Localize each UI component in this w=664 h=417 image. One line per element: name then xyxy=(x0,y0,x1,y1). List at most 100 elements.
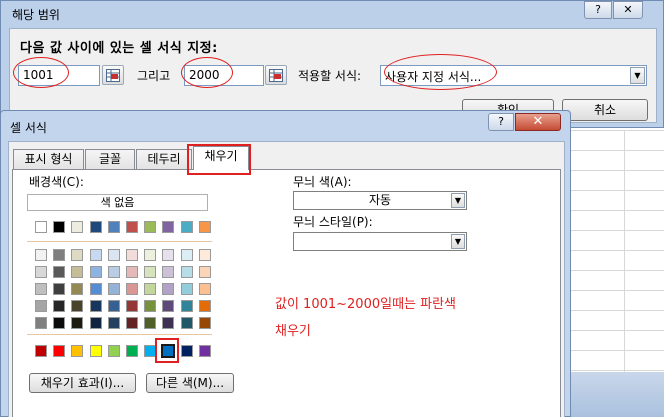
color-swatch-tint4-6[interactable] xyxy=(144,300,157,312)
color-swatch-tint2-9[interactable] xyxy=(198,266,211,278)
format-select[interactable]: 사용자 지정 서식... ▼ xyxy=(380,65,647,86)
color-swatch-tint3-9[interactable] xyxy=(198,283,211,295)
color-swatch-tint4-3[interactable] xyxy=(89,300,102,312)
color-swatch-theme-0[interactable] xyxy=(35,221,47,233)
color-swatch-tint4-1[interactable] xyxy=(53,300,66,312)
tab-fill[interactable]: 채우기 xyxy=(193,146,249,170)
range-select-icon xyxy=(106,69,120,82)
format-select-value: 사용자 지정 서식... xyxy=(385,70,482,84)
color-swatch-theme-4[interactable] xyxy=(107,221,120,233)
color-swatch-tint4-0[interactable] xyxy=(35,300,47,312)
more-colors-button[interactable]: 다른 색(M)... xyxy=(146,373,234,393)
color-swatch-tint2-1[interactable] xyxy=(53,266,66,278)
color-swatch-standard-6[interactable] xyxy=(144,345,157,357)
color-swatch-tint1-8[interactable] xyxy=(180,249,193,261)
color-swatch-tint4-4[interactable] xyxy=(107,300,120,312)
dropdown-arrow-icon[interactable]: ▼ xyxy=(451,193,465,208)
color-swatch-standard-2[interactable] xyxy=(71,345,84,357)
max-value-input[interactable]: 2000 xyxy=(184,65,264,86)
color-swatch-theme-1[interactable] xyxy=(53,221,66,233)
color-swatch-tint2-4[interactable] xyxy=(107,266,120,278)
color-swatch-tint5-2[interactable] xyxy=(71,317,84,329)
color-swatch-tint1-7[interactable] xyxy=(162,249,175,261)
color-swatch-tint1-9[interactable] xyxy=(198,249,211,261)
color-swatch-tint2-2[interactable] xyxy=(71,266,84,278)
color-swatch-tint4-2[interactable] xyxy=(71,300,84,312)
color-swatch-tint5-1[interactable] xyxy=(53,317,66,329)
color-swatch-tint5-9[interactable] xyxy=(198,317,211,329)
color-swatch-standard-3[interactable] xyxy=(89,345,102,357)
color-swatch-standard-4[interactable] xyxy=(107,345,120,357)
color-swatch-tint3-3[interactable] xyxy=(89,283,102,295)
color-swatch-tint3-4[interactable] xyxy=(107,283,120,295)
color-swatch-tint1-3[interactable] xyxy=(89,249,102,261)
color-swatch-theme-6[interactable] xyxy=(144,221,157,233)
pattern-style-select[interactable]: ▼ xyxy=(293,232,467,251)
color-swatch-tint5-8[interactable] xyxy=(180,317,193,329)
no-color-button[interactable]: 색 없음 xyxy=(27,194,208,211)
color-swatch-tint4-8[interactable] xyxy=(180,300,193,312)
color-swatch-tint5-5[interactable] xyxy=(126,317,138,329)
color-swatch-theme-2[interactable] xyxy=(71,221,84,233)
color-swatch-tint3-0[interactable] xyxy=(35,283,47,295)
color-swatch-tint2-6[interactable] xyxy=(144,266,157,278)
color-swatch-tint1-6[interactable] xyxy=(144,249,157,261)
color-swatch-tint1-1[interactable] xyxy=(53,249,66,261)
color-swatch-theme-9[interactable] xyxy=(198,221,211,233)
format-close-button[interactable]: ✕ xyxy=(515,113,561,131)
min-value-input[interactable]: 1001 xyxy=(18,65,100,86)
color-swatch-tint2-3[interactable] xyxy=(89,266,102,278)
range-select-icon xyxy=(269,69,283,82)
tab-border[interactable]: 테두리 xyxy=(136,149,192,169)
color-swatch-tint1-4[interactable] xyxy=(107,249,120,261)
color-swatch-tint1-5[interactable] xyxy=(126,249,138,261)
color-swatch-tint3-6[interactable] xyxy=(144,283,157,295)
color-swatch-tint4-5[interactable] xyxy=(126,300,138,312)
color-swatch-tint3-5[interactable] xyxy=(126,283,138,295)
color-swatch-tint2-0[interactable] xyxy=(35,266,47,278)
bg-color-label: 배경색(C): xyxy=(29,175,84,189)
dropdown-arrow-icon[interactable]: ▼ xyxy=(451,234,465,249)
color-swatch-theme-5[interactable] xyxy=(126,221,138,233)
color-swatch-tint2-5[interactable] xyxy=(126,266,138,278)
color-swatch-standard-7[interactable] xyxy=(161,344,176,358)
color-swatch-theme-3[interactable] xyxy=(89,221,102,233)
pattern-color-select[interactable]: 자동 ▼ xyxy=(293,191,467,210)
color-swatch-standard-0[interactable] xyxy=(35,345,47,357)
color-swatch-tint3-2[interactable] xyxy=(71,283,84,295)
color-swatch-tint3-8[interactable] xyxy=(180,283,193,295)
color-swatch-tint5-3[interactable] xyxy=(89,317,102,329)
format-label: 적용할 서식: xyxy=(298,69,362,83)
color-swatch-tint1-2[interactable] xyxy=(71,249,84,261)
color-swatch-tint3-1[interactable] xyxy=(53,283,66,295)
between-close-button[interactable]: ✕ xyxy=(613,1,643,19)
color-swatch-standard-8[interactable] xyxy=(180,345,193,357)
color-swatch-standard-5[interactable] xyxy=(126,345,138,357)
min-range-picker-button[interactable] xyxy=(102,65,124,85)
dropdown-arrow-icon[interactable]: ▼ xyxy=(630,67,645,84)
color-swatch-tint5-0[interactable] xyxy=(35,317,47,329)
fill-effects-button[interactable]: 채우기 효과(I)... xyxy=(29,373,136,393)
color-swatch-tint2-7[interactable] xyxy=(162,266,175,278)
color-swatch-tint4-9[interactable] xyxy=(198,300,211,312)
color-swatch-tint3-7[interactable] xyxy=(162,283,175,295)
color-swatch-standard-1[interactable] xyxy=(53,345,66,357)
format-cells-dialog: 셀 서식 ? ✕ 표시 형식 글꼴 테두리 채우기 xyxy=(0,110,571,417)
max-range-picker-button[interactable] xyxy=(265,65,287,85)
color-swatch-tint5-6[interactable] xyxy=(144,317,157,329)
color-swatch-theme-8[interactable] xyxy=(180,221,193,233)
tab-number-format[interactable]: 표시 형식 xyxy=(13,149,84,169)
color-swatch-tint5-4[interactable] xyxy=(107,317,120,329)
format-help-button[interactable]: ? xyxy=(488,113,514,131)
color-swatch-theme-7[interactable] xyxy=(162,221,175,233)
cancel-button[interactable]: 취소 xyxy=(562,99,648,121)
color-swatch-tint1-0[interactable] xyxy=(35,249,47,261)
annotation-text-line1: 값이 1001~2000일때는 파란색 xyxy=(275,297,457,312)
color-swatch-tint4-7[interactable] xyxy=(162,300,175,312)
color-swatch-standard-9[interactable] xyxy=(198,345,211,357)
color-swatch-tint5-7[interactable] xyxy=(162,317,175,329)
and-label: 그리고 xyxy=(137,69,171,83)
tab-font[interactable]: 글꼴 xyxy=(85,149,135,169)
between-help-button[interactable]: ? xyxy=(584,1,612,19)
color-swatch-tint2-8[interactable] xyxy=(180,266,193,278)
